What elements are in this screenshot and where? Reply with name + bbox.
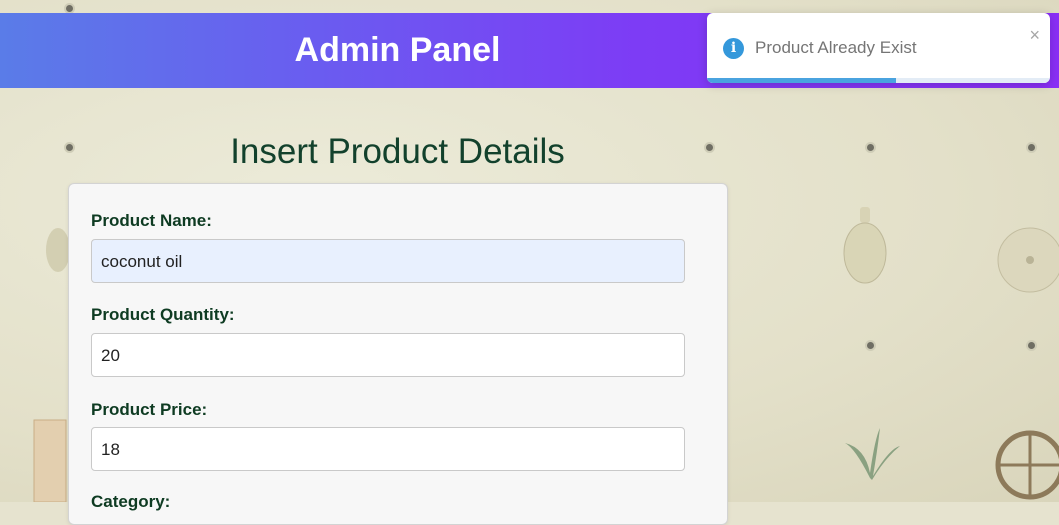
dish-decoration-icon: [997, 227, 1059, 293]
toast-message: Product Already Exist: [755, 38, 917, 57]
peg-dot: [1028, 144, 1035, 151]
page-header-title: Admin Panel: [294, 31, 501, 69]
product-price-label: Product Price:: [91, 400, 208, 419]
peg-dot: [867, 342, 874, 349]
product-name-input[interactable]: coconut oil: [91, 239, 685, 283]
peg-dot: [1028, 342, 1035, 349]
peg-dot: [867, 144, 874, 151]
info-icon: i: [723, 38, 744, 59]
wheel-decoration-icon: [995, 430, 1059, 500]
toast-progress-bar: [707, 78, 896, 83]
product-quantity-label: Product Quantity:: [91, 305, 235, 324]
leaf-decoration-icon: [46, 228, 70, 272]
product-price-input[interactable]: 18: [91, 427, 685, 471]
product-form: Product Name: coconut oil Product Quanti…: [68, 183, 728, 525]
close-icon[interactable]: ×: [1029, 25, 1040, 46]
product-name-label: Product Name:: [91, 211, 212, 230]
bag-decoration-icon: [33, 419, 67, 502]
bottle-decoration-icon: [843, 207, 887, 284]
toast-notification: i Product Already Exist ×: [707, 13, 1050, 83]
category-label: Category:: [91, 492, 171, 511]
section-title: Insert Product Details: [230, 132, 565, 171]
peg-dot: [66, 5, 73, 12]
plant-decoration-icon: [845, 428, 900, 480]
product-quantity-input[interactable]: 20: [91, 333, 685, 377]
